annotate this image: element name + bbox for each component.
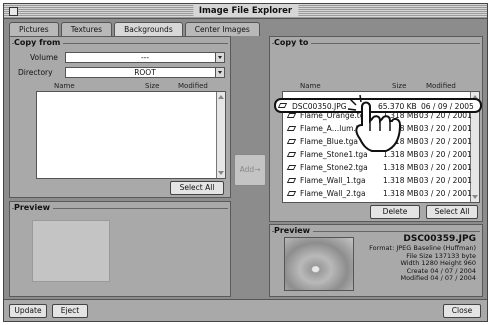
select-all-destination-button[interactable]: Select All xyxy=(426,205,478,219)
list-item[interactable]: Flame_Wall_1.tga 1.318 MB 03 / 20 / 2001 xyxy=(285,175,472,186)
directory-label: Directory xyxy=(18,68,53,77)
window-title: Image File Explorer xyxy=(192,5,299,17)
tab-center-images[interactable]: Center Images xyxy=(184,22,260,36)
directory-value: ROOT xyxy=(134,68,156,77)
file-icon xyxy=(286,191,297,196)
image-file-explorer-window: Image File Explorer Pictures Textures Ba… xyxy=(3,3,488,322)
file-icon xyxy=(286,178,297,183)
source-preview-title: Preview xyxy=(14,203,54,212)
close-button[interactable]: Close xyxy=(443,304,481,318)
file-icon xyxy=(286,152,297,157)
copy-from-title: Copy from xyxy=(14,38,64,47)
copy-from-panel: Copy from Volume --- Directory ROOT Name… xyxy=(9,36,231,198)
file-icon xyxy=(286,126,297,131)
delete-button[interactable]: Delete xyxy=(370,205,420,219)
copy-to-title: Copy to xyxy=(274,38,312,47)
update-button[interactable]: Update xyxy=(9,304,47,318)
scroll-down-icon[interactable] xyxy=(472,194,478,200)
column-header-size[interactable]: Size xyxy=(145,82,159,90)
pointing-hand-icon xyxy=(347,95,402,152)
select-all-source-button[interactable]: Select All xyxy=(170,181,224,195)
volume-value: --- xyxy=(140,53,150,62)
chevron-down-icon xyxy=(215,68,224,77)
column-header-name[interactable]: Name xyxy=(54,82,75,90)
file-icon xyxy=(286,139,297,144)
tab-textures[interactable]: Textures xyxy=(60,22,113,36)
column-header-name[interactable]: Name xyxy=(300,82,321,90)
directory-select[interactable]: ROOT xyxy=(65,67,225,78)
destination-preview-panel: Preview DSC00359.JPG Format: JPEG Baseli… xyxy=(269,224,483,297)
file-icon xyxy=(286,165,297,170)
tab-backgrounds[interactable]: Backgrounds xyxy=(114,22,183,36)
column-header-modified[interactable]: Modified xyxy=(178,82,208,90)
eject-button[interactable]: Eject xyxy=(52,304,88,318)
chevron-down-icon xyxy=(215,53,224,62)
list-item[interactable]: Flame_Wall_2.tga 1.318 MB 03 / 20 / 2001 xyxy=(285,188,472,199)
bottom-bar: Update Eject Close xyxy=(4,299,487,321)
tab-bar: Pictures Textures Backgrounds Center Ima… xyxy=(9,22,262,36)
destination-preview-title: Preview xyxy=(274,226,314,235)
scrollbar[interactable] xyxy=(216,92,225,178)
image-info: DSC00359.JPG Format: JPEG Baseline (Huff… xyxy=(356,234,476,283)
close-box[interactable] xyxy=(9,7,18,16)
tab-pictures[interactable]: Pictures xyxy=(9,22,59,36)
preview-modified: Modified 04 / 07 / 2004 xyxy=(400,274,476,282)
volume-select[interactable]: --- xyxy=(65,52,225,63)
list-item[interactable]: Flame_Stone2.tga 1.318 MB 03 / 20 / 2001 xyxy=(285,162,472,173)
add-button[interactable]: Add→ xyxy=(234,154,266,186)
scroll-down-icon[interactable] xyxy=(218,170,224,176)
column-header-size[interactable]: Size xyxy=(392,82,406,90)
file-icon xyxy=(286,113,297,118)
source-file-list[interactable] xyxy=(36,91,226,179)
file-icon xyxy=(277,103,288,108)
scroll-up-icon[interactable] xyxy=(218,94,224,100)
title-bar[interactable]: Image File Explorer xyxy=(4,4,487,19)
source-preview-panel: Preview xyxy=(9,201,231,297)
column-header-modified[interactable]: Modified xyxy=(426,82,456,90)
destination-preview-image xyxy=(284,237,354,291)
source-preview-image xyxy=(32,220,110,282)
volume-label: Volume xyxy=(30,53,58,62)
